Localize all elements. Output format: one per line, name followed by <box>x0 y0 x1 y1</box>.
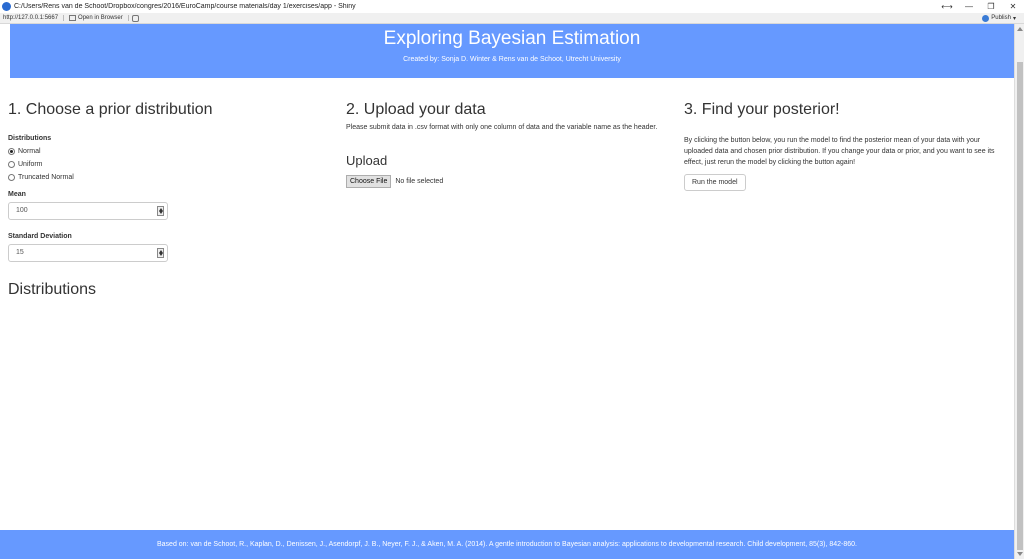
radio-button-uniform[interactable] <box>8 161 15 168</box>
url-display: http://127.0.0.1:5667 <box>3 15 65 21</box>
publish-icon <box>982 14 990 22</box>
stepper-down-icon[interactable] <box>158 253 163 256</box>
vertical-scrollbar[interactable] <box>1014 24 1024 559</box>
close-button[interactable]: ✕ <box>1002 2 1024 11</box>
mean-stepper[interactable] <box>157 206 164 216</box>
app-footer: Based on: van de Schoot, R., Kaplan, D.,… <box>0 530 1014 559</box>
viewer-toolbar: http://127.0.0.1:5667 Open in Browser Pu… <box>0 13 1024 24</box>
mean-label: Mean <box>8 191 26 198</box>
publish-label: Publish <box>991 15 1011 21</box>
posterior-heading: 3. Find your posterior! <box>684 101 840 118</box>
radio-button-normal[interactable] <box>8 148 15 155</box>
radio-option-truncated-normal[interactable]: Truncated Normal <box>8 171 328 184</box>
app-credits: Created by: Sonja D. Winter & Rens van d… <box>403 56 621 63</box>
upload-instructions: Please submit data in .csv format with o… <box>346 124 658 131</box>
stepper-down-icon[interactable] <box>158 211 163 214</box>
scroll-down-icon[interactable] <box>1017 552 1023 556</box>
restore-button[interactable]: ❐ <box>980 2 1002 11</box>
sd-input[interactable]: 15 <box>8 244 168 262</box>
open-in-browser-icon <box>69 15 77 21</box>
mean-value: 100 <box>16 207 28 214</box>
footer-citation: Based on: van de Schoot, R., Kaplan, D.,… <box>156 541 857 548</box>
distribution-radio-group: Normal Uniform Truncated Normal <box>8 145 328 184</box>
radio-label-normal: Normal <box>18 148 41 155</box>
sd-value: 15 <box>16 249 24 256</box>
file-status: No file selected <box>395 178 444 185</box>
app-title: Exploring Bayesian Estimation <box>383 28 641 49</box>
shiny-window: C:/Users/Rens van de Schoot/Dropbox/cong… <box>0 0 1024 559</box>
distributions-label: Distributions <box>8 135 52 142</box>
run-model-button[interactable]: Run the model <box>684 174 746 191</box>
choose-file-button[interactable]: Choose File <box>346 175 392 188</box>
radio-option-normal[interactable]: Normal <box>8 145 328 158</box>
radio-label-truncated-normal: Truncated Normal <box>18 174 74 181</box>
sd-label: Standard Deviation <box>8 233 72 240</box>
posterior-panel: 3. Find your posterior! By clicking the … <box>684 100 1009 191</box>
mean-input[interactable]: 100 <box>8 202 168 220</box>
scrollbar-thumb[interactable] <box>1017 62 1023 550</box>
refresh-icon[interactable] <box>131 14 139 22</box>
publish-button[interactable]: Publish ▾ <box>982 14 1016 22</box>
radio-option-uniform[interactable]: Uniform <box>8 158 328 171</box>
upload-heading: 2. Upload your data <box>346 101 486 118</box>
app-header: Exploring Bayesian Estimation Created by… <box>10 24 1014 78</box>
prior-heading: 1. Choose a prior distribution <box>8 101 213 118</box>
window-titlebar: C:/Users/Rens van de Schoot/Dropbox/cong… <box>0 0 1024 13</box>
rstudio-icon <box>2 2 11 11</box>
posterior-instructions: By clicking the button below, you run th… <box>684 137 995 166</box>
upload-panel: 2. Upload your data Please submit data i… <box>346 100 666 188</box>
shiny-app: Exploring Bayesian Estimation Created by… <box>0 24 1014 559</box>
resize-icon[interactable]: ⟷ <box>936 2 958 11</box>
prior-panel: 1. Choose a prior distribution Distribut… <box>8 100 328 299</box>
sd-stepper[interactable] <box>157 248 164 258</box>
open-in-browser-button[interactable]: Open in Browser <box>64 15 129 21</box>
scroll-up-icon[interactable] <box>1017 27 1023 31</box>
publish-dropdown-icon: ▾ <box>1012 15 1016 22</box>
file-input: Choose File No file selected <box>346 175 666 188</box>
distributions-plot-heading: Distributions <box>8 281 97 298</box>
radio-button-truncated-normal[interactable] <box>8 174 15 181</box>
open-in-browser-label: Open in Browser <box>78 15 123 21</box>
radio-label-uniform: Uniform <box>18 161 43 168</box>
upload-subheading: Upload <box>346 153 388 168</box>
window-title: C:/Users/Rens van de Schoot/Dropbox/cong… <box>14 3 356 10</box>
minimize-button[interactable]: — <box>958 2 980 11</box>
